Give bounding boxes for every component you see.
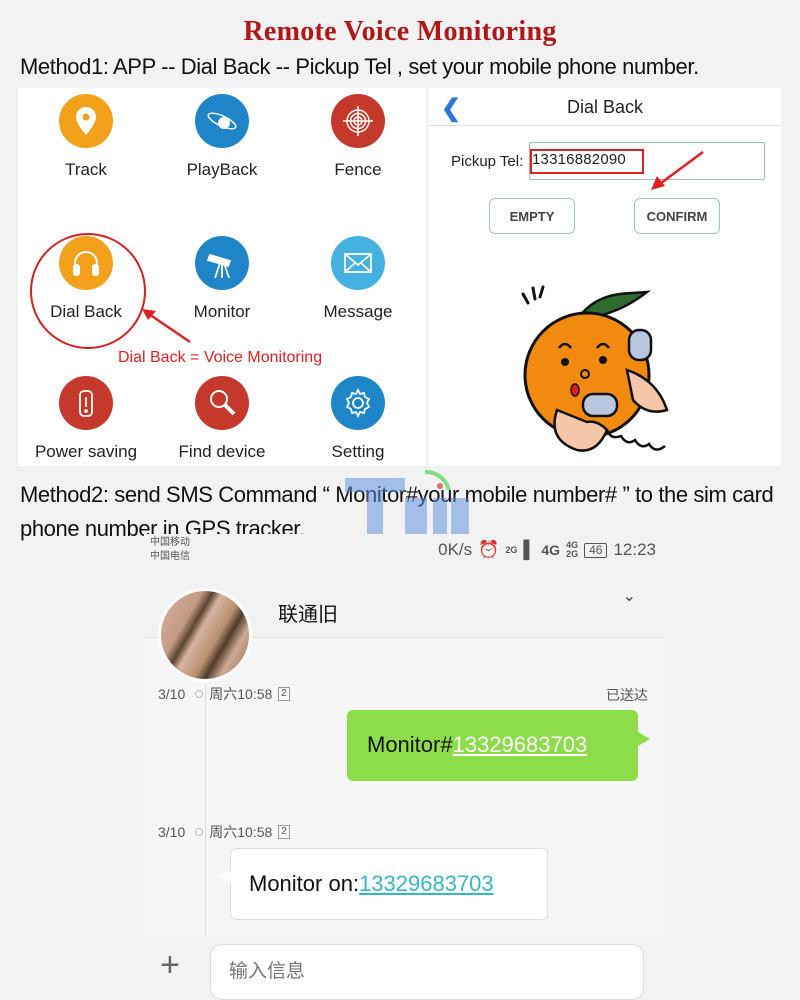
- page-title: Remote Voice Monitoring: [243, 16, 557, 47]
- plus-icon[interactable]: +: [160, 946, 180, 985]
- contact-name: 联通旧: [278, 604, 338, 626]
- sim-badge: 2: [278, 825, 290, 839]
- status-indicators: 0K/s ⏰ 2G ▌ 4G 4G 2G 46 12:23: [438, 540, 656, 560]
- orbit-icon: [195, 94, 249, 148]
- grid-item-fence[interactable]: Fence: [290, 94, 426, 180]
- phone-number-link[interactable]: 13329683703: [359, 871, 494, 896]
- grid-item-find-device[interactable]: Find device: [154, 376, 290, 462]
- magnifier-icon: [195, 376, 249, 430]
- sim-badge: 2: [278, 687, 290, 701]
- method1-text: Method1: APP -- Dial Back -- Pickup Tel …: [20, 54, 699, 79]
- grid-item-power-saving[interactable]: Power saving: [18, 376, 154, 462]
- target-icon: [331, 94, 385, 148]
- orange-mascot-illustration: [521, 285, 669, 452]
- carrier-1: 中国移动: [150, 537, 190, 548]
- gear-icon: [331, 376, 385, 430]
- pickup-tel-label: Pickup Tel:: [451, 153, 524, 170]
- annotation-text: Dial Back = Voice Monitoring: [118, 349, 323, 366]
- arrow-icon: [651, 150, 704, 190]
- envelope-icon: [331, 236, 385, 290]
- alarm-icon: ⏰: [478, 540, 500, 559]
- sms-screen: 中国移动 中国电信 0K/s ⏰ 2G ▌ 4G 4G 2G 46 12:23 联…: [144, 534, 664, 1000]
- dial-back-panel: ❮ Dial Back Pickup Tel: 13316882090 EMPT…: [429, 88, 781, 466]
- arrow-icon: [142, 309, 191, 344]
- message-timestamp: 3/10 周六10:58 2: [158, 822, 290, 842]
- grid-item-setting[interactable]: Setting: [290, 376, 426, 462]
- timeline-line: [205, 684, 206, 946]
- carrier-labels: 中国移动 中国电信: [150, 536, 190, 564]
- grid-item-playback[interactable]: PlayBack: [154, 94, 290, 180]
- phone-number-link[interactable]: 13329683703: [453, 732, 588, 757]
- avatar[interactable]: [158, 588, 252, 682]
- confirm-button[interactable]: CONFIRM: [634, 198, 720, 234]
- highlight-circle: [30, 233, 146, 349]
- telescope-icon: [195, 236, 249, 290]
- signal-4g-2g: 4G 2G: [566, 540, 579, 559]
- location-pin-icon: [59, 94, 113, 148]
- app-grid-panel: Track PlayBack Fence Dial Back Monitor M…: [18, 88, 426, 466]
- battery-level: 46: [584, 542, 608, 558]
- signal-bars-icon: ▌: [523, 540, 536, 559]
- status-bar: 中国移动 中国电信 0K/s ⏰ 2G ▌ 4G 4G 2G 46 12:23: [144, 534, 664, 572]
- battery-icon: [59, 376, 113, 430]
- signal-2g: 2G: [505, 544, 518, 555]
- received-message-bubble[interactable]: Monitor on:13329683703: [219, 848, 548, 920]
- compose-bar: +: [144, 936, 664, 1000]
- dial-back-title: Dial Back: [566, 97, 644, 117]
- pickup-tel-value: 13316882090: [532, 151, 626, 168]
- message-timestamp: 3/10 周六10:58 2: [158, 684, 290, 704]
- signal-4g: 4G: [541, 542, 561, 558]
- dial-back-header: ❮ Dial Back: [429, 88, 781, 126]
- network-speed: 0K/s: [438, 540, 473, 559]
- clock: 12:23: [613, 540, 656, 559]
- delivery-status: 已送达: [606, 687, 648, 703]
- sent-message-bubble[interactable]: Monitor#13329683703: [347, 710, 650, 781]
- carrier-2: 中国电信: [150, 551, 190, 562]
- chevron-down-icon[interactable]: ⌄: [623, 586, 636, 606]
- grid-item-message[interactable]: Message: [290, 236, 426, 322]
- watermark-logo: [345, 469, 469, 538]
- message-input[interactable]: [210, 944, 644, 1000]
- grid-item-track[interactable]: Track: [18, 94, 154, 180]
- empty-button[interactable]: EMPTY: [489, 198, 575, 234]
